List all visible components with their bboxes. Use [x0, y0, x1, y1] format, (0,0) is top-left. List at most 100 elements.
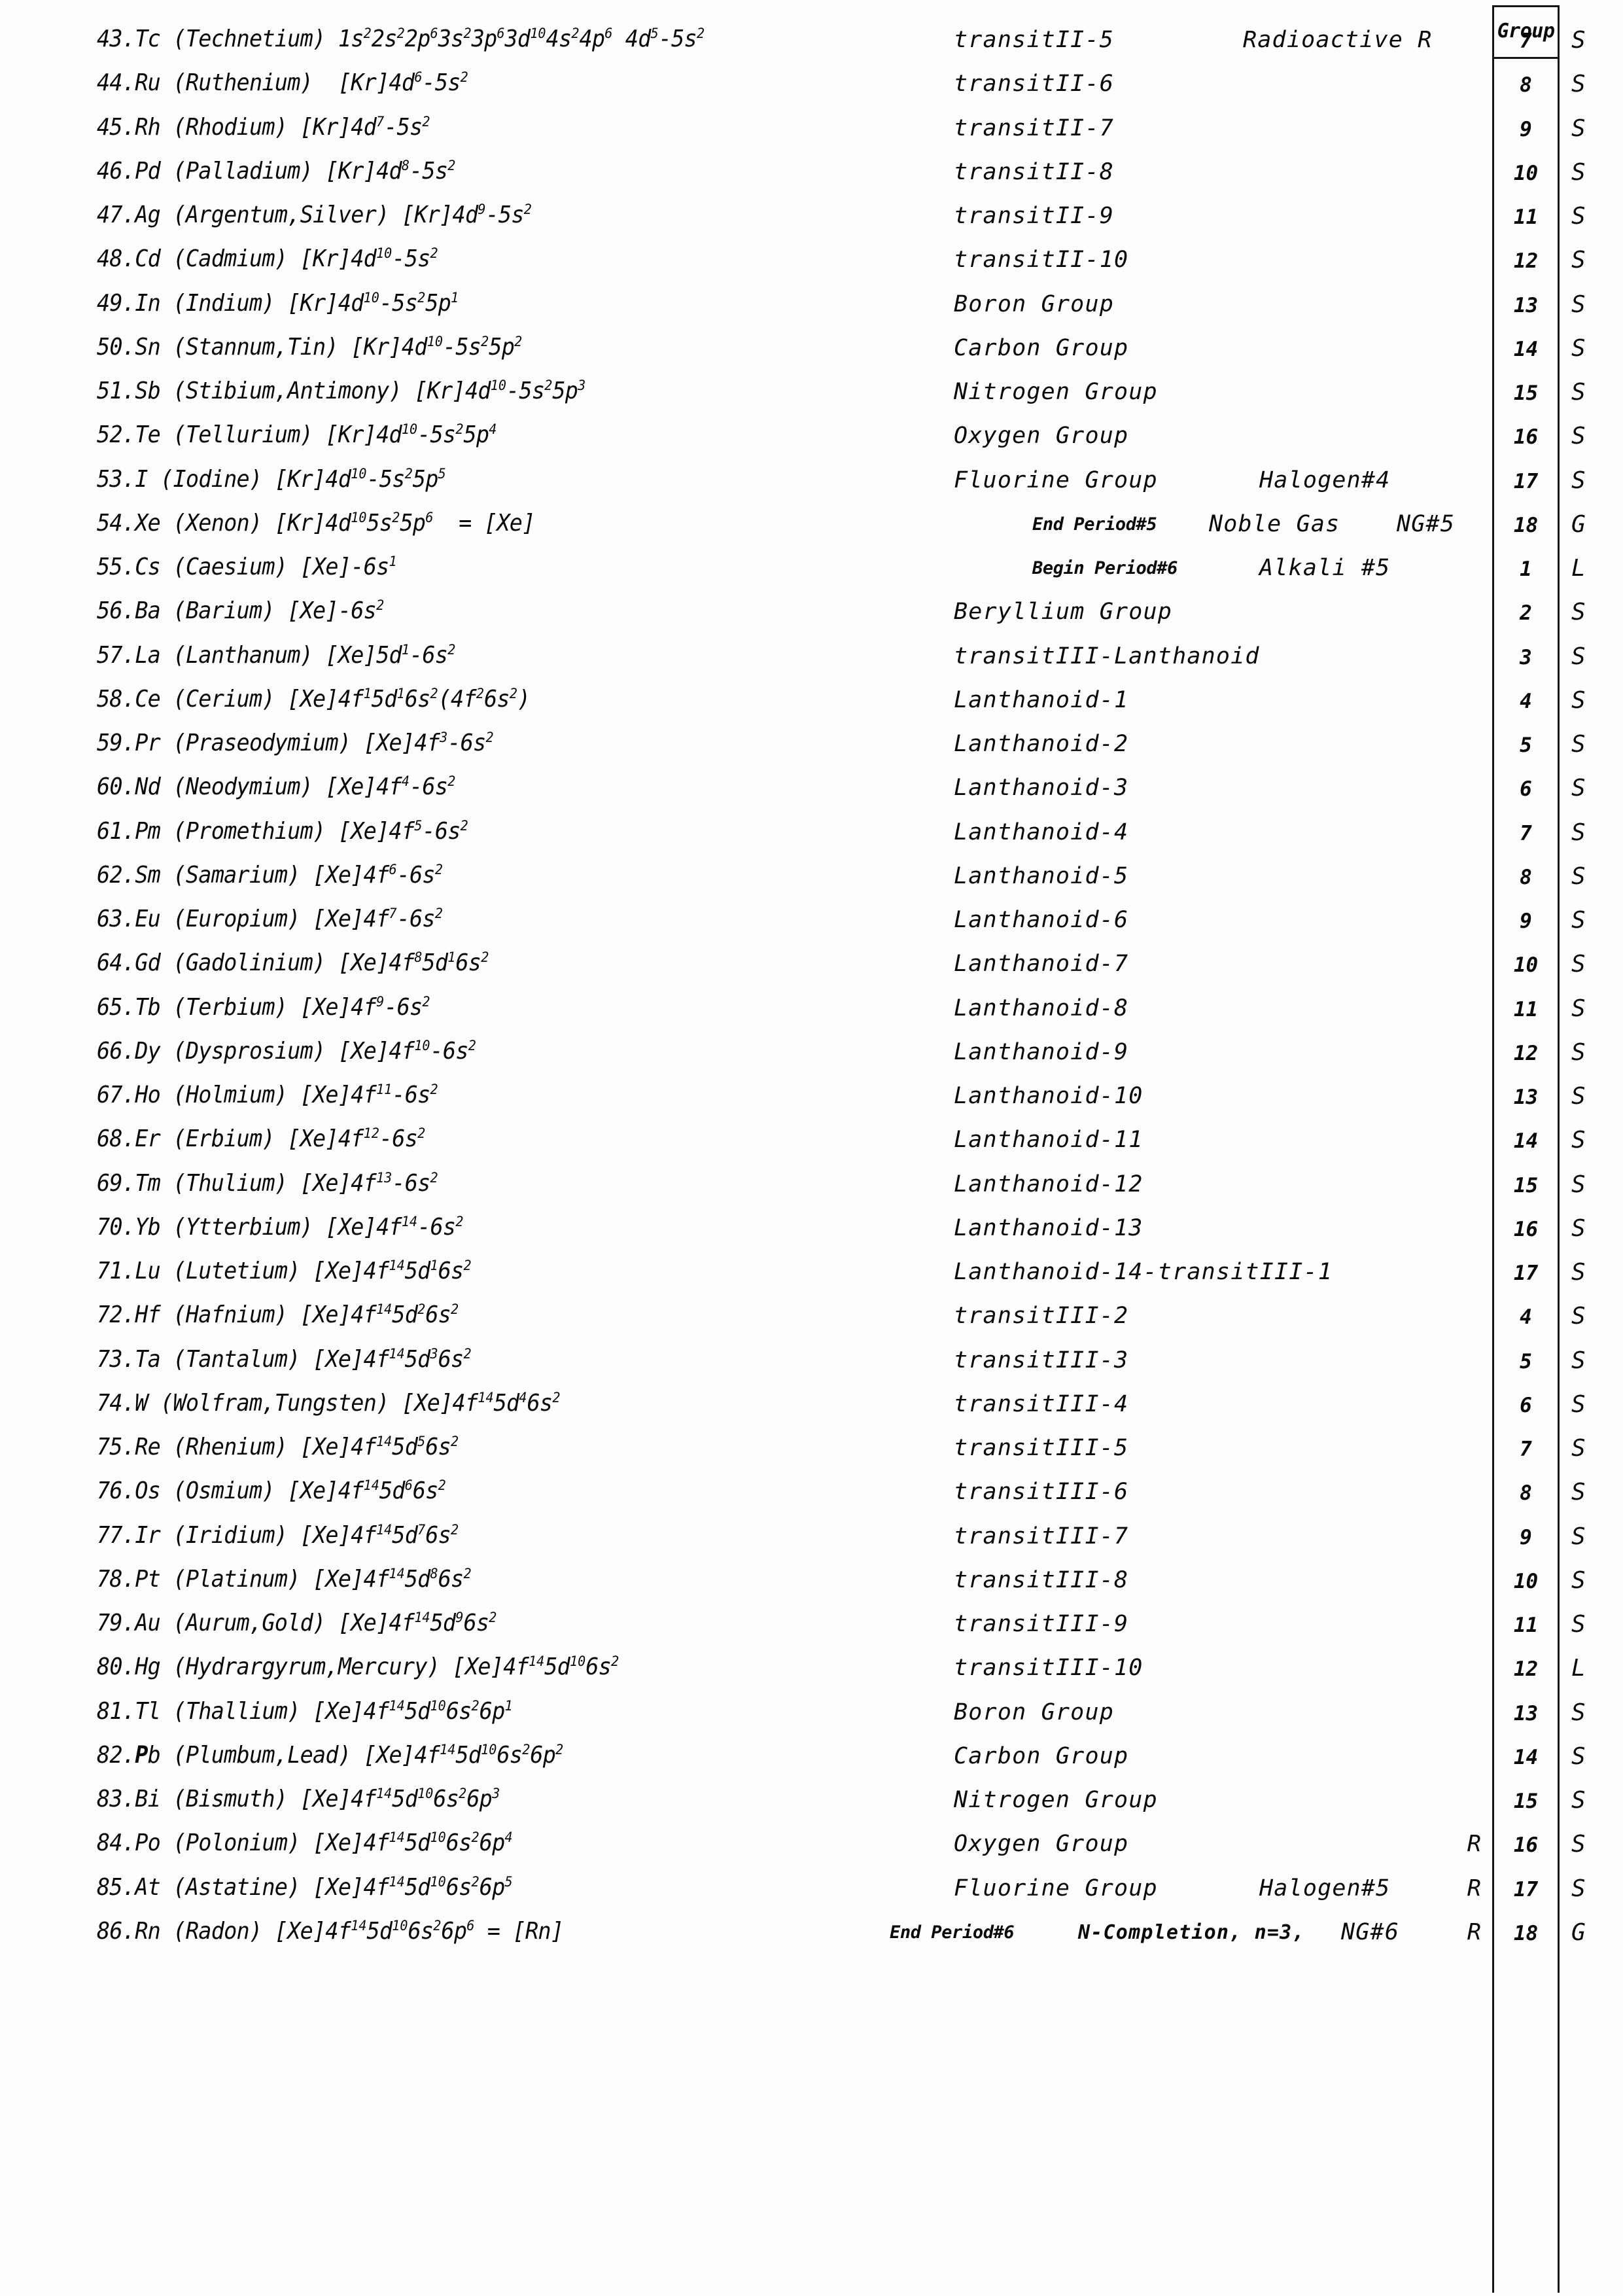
group-number: 17: [1513, 1877, 1539, 1901]
radioactive-flag: R: [1467, 1918, 1481, 1945]
group-number: 4: [1520, 689, 1532, 713]
table-row: 68.Er (Erbium) [Xe]4f12-6s2 Lanthanoid-11…: [0, 1127, 1623, 1172]
group-number: 4: [1520, 1305, 1532, 1330]
table-row: 55.Cs (Caesium) [Xe]-6s1 Begin Period#6 Al…: [0, 555, 1623, 600]
chemical-family: Fluorine Group: [954, 1875, 1158, 1901]
state-letter: S: [1571, 1787, 1586, 1814]
chemical-family: Lanthanoid-4: [954, 819, 1129, 845]
element-configuration: 48.Cd (Cadmium) [Kr]4d10-5s2: [97, 245, 438, 273]
state-letter: S: [1571, 247, 1586, 274]
state-letter: S: [1571, 775, 1586, 802]
state-letter: S: [1571, 1214, 1586, 1242]
period-annotation: End Period#5: [1032, 514, 1157, 535]
table-row: 67.Ho (Holmium) [Xe]4f11-6s2 Lanthanoid-1…: [0, 1083, 1623, 1128]
group-number: 15: [1513, 1173, 1539, 1197]
group-number: 1: [1520, 557, 1532, 581]
element-configuration: 69.Tm (Thulium) [Xe]4f13-6s2: [97, 1169, 438, 1197]
chemical-family: transitII-7: [954, 115, 1114, 141]
element-configuration: 78.Pt (Platinum) [Xe]4f145d86s2: [97, 1565, 472, 1593]
state-letter: S: [1571, 599, 1586, 626]
group-number: 7: [1520, 821, 1532, 845]
group-number: 7: [1520, 29, 1532, 53]
chemical-family: transitIII-2: [954, 1303, 1129, 1330]
group-number: 10: [1513, 1569, 1539, 1593]
state-letter: S: [1571, 1742, 1586, 1770]
chemical-family: Lanthanoid-6: [954, 907, 1129, 933]
element-configuration: 62.Sm (Samarium) [Xe]4f6-6s2: [97, 861, 443, 889]
group-number: 13: [1513, 293, 1539, 317]
chemical-family: Lanthanoid-12: [954, 1171, 1143, 1197]
document-page: Group 43.Tc (Technetium) 1s22s22p63s23p6…: [0, 0, 1623, 2296]
element-configuration: 83.Bi (Bismuth) [Xe]4f145d106s26p3: [97, 1786, 500, 1812]
group-number: 16: [1513, 425, 1539, 450]
table-row: 43.Tc (Technetium) 1s22s22p63s23p63d104s…: [0, 27, 1623, 72]
chemical-family: transitII-5: [954, 27, 1114, 53]
state-letter: G: [1571, 1918, 1586, 1946]
row-note: NG#6: [1341, 1918, 1400, 1945]
state-letter: S: [1571, 907, 1586, 934]
state-letter: S: [1571, 1875, 1586, 1902]
element-configuration: 49.In (Indium) [Kr]4d10-5s25p1: [97, 289, 459, 317]
group-number: 8: [1520, 1481, 1532, 1506]
table-row: 60.Nd (Neodymium) [Xe]4f4-6s2 Lanthanoid-…: [0, 775, 1623, 820]
group-number: 5: [1520, 733, 1532, 757]
period-annotation: End Period#6: [890, 1922, 1015, 1943]
table-row: 83.Bi (Bismuth) [Xe]4f145d106s26p3 Nitrog…: [0, 1786, 1623, 1832]
element-configuration: 79.Au (Aurum,Gold) [Xe]4f145d96s2: [97, 1610, 497, 1636]
chemical-family: N-Completion, n=3,: [1078, 1920, 1305, 1944]
group-number: 16: [1513, 1217, 1539, 1241]
chemical-family: transitIII-5: [954, 1435, 1129, 1461]
element-configuration: 84.Po (Polonium) [Xe]4f145d106s26p4: [97, 1829, 513, 1857]
chemical-family: transitII-10: [954, 247, 1129, 274]
element-configuration: 77.Ir (Iridium) [Xe]4f145d76s2: [97, 1521, 459, 1549]
state-letter: S: [1571, 686, 1586, 714]
group-number: 14: [1513, 1745, 1539, 1769]
table-row: 75.Re (Rhenium) [Xe]4f145d56s2 transitIII…: [0, 1434, 1623, 1480]
state-letter: S: [1571, 1390, 1586, 1418]
chemical-family: Nitrogen Group: [954, 1787, 1158, 1813]
table-row: 53.I (Iodine) [Kr]4d10-5s25p5 Fluorine Gr…: [0, 465, 1623, 512]
table-row: 72.Hf (Hafnium) [Xe]4f145d26s2 transitIII…: [0, 1303, 1623, 1348]
element-configuration: 86.Rn (Radon) [Xe]4f145d106s26p6 = [Rn]: [97, 1917, 564, 1945]
state-letter: S: [1571, 1831, 1586, 1858]
state-letter: S: [1571, 1259, 1586, 1286]
element-configuration: 53.I (Iodine) [Kr]4d10-5s25p5: [97, 465, 446, 493]
chemical-family: transitII-9: [954, 203, 1114, 229]
group-number: 14: [1513, 337, 1539, 361]
table-row: 51.Sb (Stibium,Antimony) [Kr]4d10-5s25p3…: [0, 378, 1623, 424]
table-row: 54.Xe (Xenon) [Kr]4d105s25p6 = [Xe] End P…: [0, 509, 1623, 556]
table-row: 52.Te (Tellurium) [Kr]4d10-5s25p4 Oxygen …: [0, 423, 1623, 468]
chemical-family: Lanthanoid-5: [954, 862, 1129, 889]
state-letter: S: [1571, 423, 1586, 450]
element-configuration: 80.Hg (Hydrargyrum,Mercury) [Xe]4f145d10…: [97, 1653, 620, 1681]
table-row: 44.Ru (Ruthenium) [Kr]4d6-5s2 transitII-6…: [0, 71, 1623, 116]
chemical-family: Lanthanoid-3: [954, 775, 1129, 802]
chemical-family: Fluorine Group: [954, 467, 1158, 493]
table-row: 45.Rh (Rhodium) [Kr]4d7-5s2 transitII-7 9 S: [0, 115, 1623, 160]
chemical-family: transitIII-10: [954, 1655, 1143, 1682]
element-configuration: 54.Xe (Xenon) [Kr]4d105s25p6 = [Xe]: [97, 509, 535, 537]
element-configuration: 58.Ce (Cerium) [Xe]4f15d16s2(4f26s2): [97, 685, 531, 713]
table-row: 78.Pt (Platinum) [Xe]4f145d86s2 transitII…: [0, 1565, 1623, 1612]
group-number: 3: [1520, 645, 1532, 669]
row-note: Halogen#5: [1259, 1875, 1391, 1901]
state-letter: S: [1571, 27, 1586, 54]
chemical-family: Carbon Group: [954, 334, 1129, 361]
chemical-family: Lanthanoid-7: [954, 951, 1129, 978]
state-letter: S: [1571, 158, 1586, 186]
element-configuration: 51.Sb (Stibium,Antimony) [Kr]4d10-5s25p3: [97, 378, 586, 404]
chemical-family: transitIII-4: [954, 1390, 1129, 1417]
element-configuration: 75.Re (Rhenium) [Xe]4f145d56s2: [97, 1434, 459, 1460]
chemical-family: Oxygen Group: [954, 423, 1129, 450]
group-number: 8: [1520, 865, 1532, 889]
group-number: 16: [1513, 1833, 1539, 1858]
element-configuration: 47.Ag (Argentum,Silver) [Kr]4d9-5s2: [97, 202, 532, 228]
table-row: 85.At (Astatine) [Xe]4f145d106s26p5 Fluor…: [0, 1875, 1623, 1920]
chemical-family: Beryllium Group: [954, 599, 1173, 626]
group-number: 15: [1513, 381, 1539, 405]
group-number: 11: [1513, 1614, 1539, 1637]
chemical-family: Boron Group: [954, 291, 1114, 317]
state-letter: G: [1571, 510, 1586, 538]
table-row: 63.Eu (Europium) [Xe]4f7-6s2 Lanthanoid-6…: [0, 907, 1623, 952]
element-configuration: 57.La (Lanthanum) [Xe]5d1-6s2: [97, 641, 456, 669]
